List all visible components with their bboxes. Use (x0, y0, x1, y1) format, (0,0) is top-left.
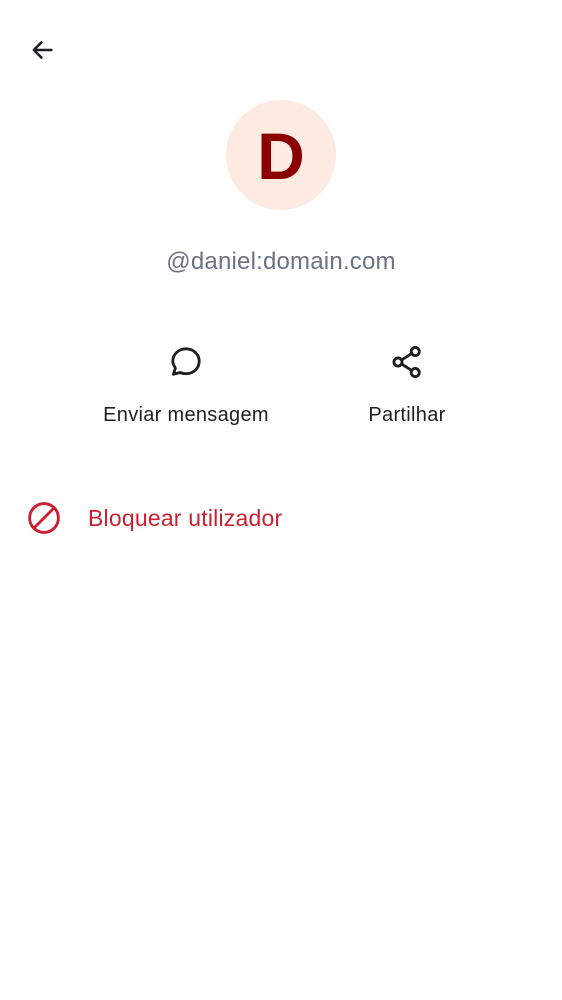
arrow-back-icon (32, 41, 53, 59)
share-icon (385, 340, 429, 384)
user-profile-screen: D @daniel:domain.com Enviar mensagem Par… (0, 0, 562, 1000)
block-user-button[interactable]: Bloquear utilizador (0, 486, 562, 550)
back-button[interactable] (22, 30, 62, 70)
block-icon (26, 500, 62, 536)
avatar: D (226, 100, 336, 210)
avatar-initial: D (257, 119, 305, 193)
chat-bubble-icon (164, 340, 208, 384)
block-user-label: Bloquear utilizador (88, 504, 283, 531)
user-id: @daniel:domain.com (166, 248, 396, 275)
send-message-button[interactable]: Enviar mensagem (86, 340, 286, 427)
share-label: Partilhar (368, 404, 446, 426)
share-button[interactable]: Partilhar (337, 340, 477, 427)
send-message-label: Enviar mensagem (103, 404, 269, 426)
